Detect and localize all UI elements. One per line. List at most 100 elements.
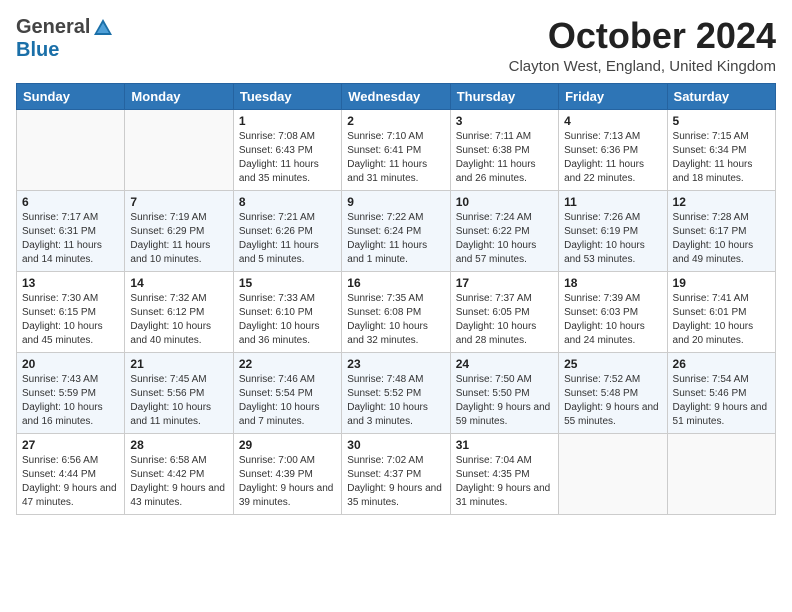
day-detail: Sunrise: 7:39 AM Sunset: 6:03 PM Dayligh… bbox=[564, 292, 661, 348]
day-number: 30 bbox=[347, 438, 444, 452]
day-number: 19 bbox=[673, 276, 770, 290]
day-number: 7 bbox=[130, 195, 227, 209]
calendar-cell bbox=[559, 433, 667, 514]
day-detail: Sunrise: 7:19 AM Sunset: 6:29 PM Dayligh… bbox=[130, 211, 227, 267]
logo: General Blue bbox=[16, 16, 114, 62]
day-number: 15 bbox=[239, 276, 336, 290]
calendar-week-row: 6Sunrise: 7:17 AM Sunset: 6:31 PM Daylig… bbox=[17, 190, 776, 271]
calendar-cell: 19 Sunrise: 7:41 AM Sunset: 6:01 PM Dayli… bbox=[667, 271, 775, 352]
page-header: General Blue October 2024 Clayton West, … bbox=[16, 16, 776, 75]
day-number: 10 bbox=[456, 195, 553, 209]
day-detail: Sunrise: 7:41 AM Sunset: 6:01 PM Dayligh… bbox=[673, 292, 770, 348]
day-detail: Sunrise: 6:56 AM Sunset: 4:44 PM Dayligh… bbox=[22, 454, 119, 510]
day-detail: Sunrise: 7:13 AM Sunset: 6:36 PM Dayligh… bbox=[564, 130, 661, 186]
calendar-cell: 22 Sunrise: 7:46 AM Sunset: 5:54 PM Dayli… bbox=[233, 352, 341, 433]
day-detail: Sunrise: 7:54 AM Sunset: 5:46 PM Dayligh… bbox=[673, 373, 770, 429]
day-number: 22 bbox=[239, 357, 336, 371]
calendar-week-row: 20 Sunrise: 7:43 AM Sunset: 5:59 PM Dayli… bbox=[17, 352, 776, 433]
calendar-cell: 24 Sunrise: 7:50 AM Sunset: 5:50 PM Dayli… bbox=[450, 352, 558, 433]
day-detail: Sunrise: 7:45 AM Sunset: 5:56 PM Dayligh… bbox=[130, 373, 227, 429]
day-detail: Sunrise: 7:50 AM Sunset: 5:50 PM Dayligh… bbox=[456, 373, 553, 429]
calendar-cell: 21 Sunrise: 7:45 AM Sunset: 5:56 PM Dayli… bbox=[125, 352, 233, 433]
day-number: 14 bbox=[130, 276, 227, 290]
calendar-cell: 16Sunrise: 7:35 AM Sunset: 6:08 PM Dayli… bbox=[342, 271, 450, 352]
day-number: 29 bbox=[239, 438, 336, 452]
calendar-cell: 23 Sunrise: 7:48 AM Sunset: 5:52 PM Dayli… bbox=[342, 352, 450, 433]
day-number: 13 bbox=[22, 276, 119, 290]
day-number: 21 bbox=[130, 357, 227, 371]
calendar-cell: 6Sunrise: 7:17 AM Sunset: 6:31 PM Daylig… bbox=[17, 190, 125, 271]
calendar-cell: 18 Sunrise: 7:39 AM Sunset: 6:03 PM Dayli… bbox=[559, 271, 667, 352]
day-detail: Sunrise: 7:48 AM Sunset: 5:52 PM Dayligh… bbox=[347, 373, 444, 429]
day-number: 17 bbox=[456, 276, 553, 290]
day-detail: Sunrise: 7:02 AM Sunset: 4:37 PM Dayligh… bbox=[347, 454, 444, 510]
weekday-header-tuesday: Tuesday bbox=[233, 83, 341, 109]
calendar-cell: 1Sunrise: 7:08 AM Sunset: 6:43 PM Daylig… bbox=[233, 109, 341, 190]
calendar-cell: 31Sunrise: 7:04 AM Sunset: 4:35 PM Dayli… bbox=[450, 433, 558, 514]
day-number: 12 bbox=[673, 195, 770, 209]
location-text: Clayton West, England, United Kingdom bbox=[509, 58, 776, 75]
weekday-header-saturday: Saturday bbox=[667, 83, 775, 109]
calendar-cell: 27 Sunrise: 6:56 AM Sunset: 4:44 PM Dayli… bbox=[17, 433, 125, 514]
calendar-cell: 9 Sunrise: 7:22 AM Sunset: 6:24 PM Daylig… bbox=[342, 190, 450, 271]
logo-blue-text: Blue bbox=[16, 39, 59, 62]
calendar-cell: 7 Sunrise: 7:19 AM Sunset: 6:29 PM Daylig… bbox=[125, 190, 233, 271]
day-number: 4 bbox=[564, 114, 661, 128]
calendar-week-row: 13 Sunrise: 7:30 AM Sunset: 6:15 PM Dayli… bbox=[17, 271, 776, 352]
weekday-header-row: SundayMondayTuesdayWednesdayThursdayFrid… bbox=[17, 83, 776, 109]
calendar-cell: 8Sunrise: 7:21 AM Sunset: 6:26 PM Daylig… bbox=[233, 190, 341, 271]
day-number: 24 bbox=[456, 357, 553, 371]
calendar-cell: 26Sunrise: 7:54 AM Sunset: 5:46 PM Dayli… bbox=[667, 352, 775, 433]
day-number: 11 bbox=[564, 195, 661, 209]
day-number: 25 bbox=[564, 357, 661, 371]
day-detail: Sunrise: 7:28 AM Sunset: 6:17 PM Dayligh… bbox=[673, 211, 770, 267]
calendar-cell: 4 Sunrise: 7:13 AM Sunset: 6:36 PM Daylig… bbox=[559, 109, 667, 190]
calendar-cell: 2Sunrise: 7:10 AM Sunset: 6:41 PM Daylig… bbox=[342, 109, 450, 190]
calendar-cell: 13 Sunrise: 7:30 AM Sunset: 6:15 PM Dayli… bbox=[17, 271, 125, 352]
day-detail: Sunrise: 7:21 AM Sunset: 6:26 PM Dayligh… bbox=[239, 211, 336, 267]
day-number: 31 bbox=[456, 438, 553, 452]
calendar-cell bbox=[17, 109, 125, 190]
day-number: 28 bbox=[130, 438, 227, 452]
day-detail: Sunrise: 7:32 AM Sunset: 6:12 PM Dayligh… bbox=[130, 292, 227, 348]
weekday-header-friday: Friday bbox=[559, 83, 667, 109]
day-number: 9 bbox=[347, 195, 444, 209]
day-detail: Sunrise: 6:58 AM Sunset: 4:42 PM Dayligh… bbox=[130, 454, 227, 510]
day-number: 20 bbox=[22, 357, 119, 371]
day-number: 1 bbox=[239, 114, 336, 128]
day-number: 27 bbox=[22, 438, 119, 452]
day-number: 3 bbox=[456, 114, 553, 128]
calendar-cell: 10 Sunrise: 7:24 AM Sunset: 6:22 PM Dayli… bbox=[450, 190, 558, 271]
calendar-cell: 12 Sunrise: 7:28 AM Sunset: 6:17 PM Dayli… bbox=[667, 190, 775, 271]
logo-icon bbox=[92, 17, 114, 39]
calendar-cell: 14 Sunrise: 7:32 AM Sunset: 6:12 PM Dayli… bbox=[125, 271, 233, 352]
day-detail: Sunrise: 7:10 AM Sunset: 6:41 PM Dayligh… bbox=[347, 130, 444, 186]
day-number: 23 bbox=[347, 357, 444, 371]
day-number: 16 bbox=[347, 276, 444, 290]
day-number: 18 bbox=[564, 276, 661, 290]
day-detail: Sunrise: 7:24 AM Sunset: 6:22 PM Dayligh… bbox=[456, 211, 553, 267]
title-area: October 2024 Clayton West, England, Unit… bbox=[509, 16, 776, 75]
calendar-cell: 20 Sunrise: 7:43 AM Sunset: 5:59 PM Dayli… bbox=[17, 352, 125, 433]
calendar-cell: 5Sunrise: 7:15 AM Sunset: 6:34 PM Daylig… bbox=[667, 109, 775, 190]
day-detail: Sunrise: 7:26 AM Sunset: 6:19 PM Dayligh… bbox=[564, 211, 661, 267]
calendar-cell: 25 Sunrise: 7:52 AM Sunset: 5:48 PM Dayli… bbox=[559, 352, 667, 433]
month-title: October 2024 bbox=[509, 16, 776, 56]
calendar-table: SundayMondayTuesdayWednesdayThursdayFrid… bbox=[16, 83, 776, 515]
calendar-cell: 17Sunrise: 7:37 AM Sunset: 6:05 PM Dayli… bbox=[450, 271, 558, 352]
calendar-cell bbox=[125, 109, 233, 190]
calendar-cell: 29Sunrise: 7:00 AM Sunset: 4:39 PM Dayli… bbox=[233, 433, 341, 514]
day-detail: Sunrise: 7:52 AM Sunset: 5:48 PM Dayligh… bbox=[564, 373, 661, 429]
day-detail: Sunrise: 7:33 AM Sunset: 6:10 PM Dayligh… bbox=[239, 292, 336, 348]
weekday-header-thursday: Thursday bbox=[450, 83, 558, 109]
calendar-week-row: 1Sunrise: 7:08 AM Sunset: 6:43 PM Daylig… bbox=[17, 109, 776, 190]
calendar-cell: 11 Sunrise: 7:26 AM Sunset: 6:19 PM Dayli… bbox=[559, 190, 667, 271]
day-detail: Sunrise: 7:43 AM Sunset: 5:59 PM Dayligh… bbox=[22, 373, 119, 429]
day-detail: Sunrise: 7:22 AM Sunset: 6:24 PM Dayligh… bbox=[347, 211, 444, 267]
calendar-cell bbox=[667, 433, 775, 514]
weekday-header-sunday: Sunday bbox=[17, 83, 125, 109]
calendar-cell: 28 Sunrise: 6:58 AM Sunset: 4:42 PM Dayli… bbox=[125, 433, 233, 514]
day-detail: Sunrise: 7:30 AM Sunset: 6:15 PM Dayligh… bbox=[22, 292, 119, 348]
day-detail: Sunrise: 7:46 AM Sunset: 5:54 PM Dayligh… bbox=[239, 373, 336, 429]
weekday-header-wednesday: Wednesday bbox=[342, 83, 450, 109]
